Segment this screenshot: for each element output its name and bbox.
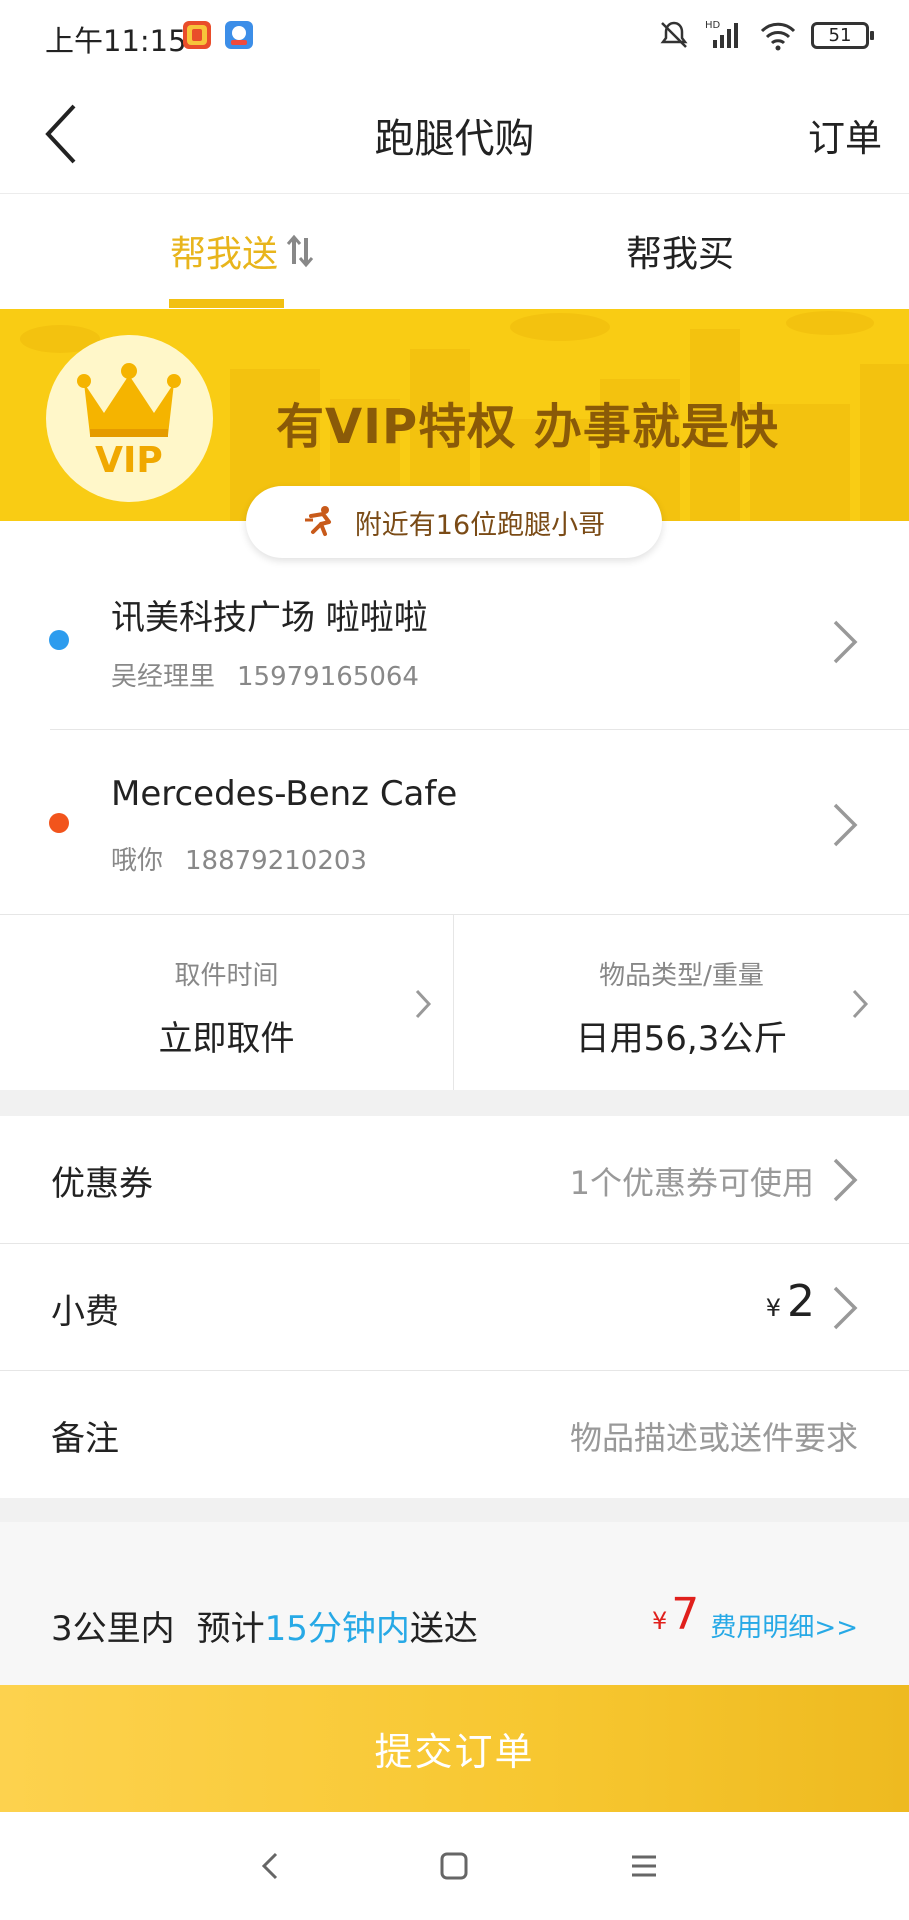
coupon-value: 1个优惠券可使用 bbox=[569, 1164, 814, 1202]
tip-currency: ¥ bbox=[765, 1294, 781, 1322]
section-gap bbox=[0, 1090, 909, 1116]
tip-amount: 2 bbox=[787, 1276, 815, 1327]
address-name: Mercedes-Benz Cafe bbox=[111, 774, 458, 814]
coupon-label: 优惠券 bbox=[51, 1164, 153, 1204]
price-currency: ¥ bbox=[652, 1607, 668, 1635]
distance-text: 3公里内 bbox=[51, 1609, 175, 1649]
chevron-right-icon bbox=[833, 1158, 858, 1202]
item-type-label: 物品类型/重量 bbox=[599, 961, 764, 991]
contact-phone: 18879210203 bbox=[185, 846, 367, 876]
submit-order-label: 提交订单 bbox=[374, 1730, 535, 1774]
pickup-address-row[interactable]: 讯美科技广场 啦啦啦 吴经理里 15979165064 bbox=[0, 546, 909, 729]
delivery-address-row[interactable]: Mercedes-Benz Cafe 哦你 18879210203 bbox=[0, 730, 909, 913]
note-input[interactable]: 物品描述或送件要求 bbox=[570, 1413, 858, 1459]
contact-phone: 15979165064 bbox=[237, 662, 419, 692]
vip-badge: VIP bbox=[46, 335, 213, 502]
chevron-right-icon bbox=[833, 620, 858, 664]
hd-signal-icon: HD bbox=[705, 20, 738, 48]
tab-help-send[interactable]: 帮我送 bbox=[170, 225, 314, 277]
tip-value: ¥ 2 bbox=[766, 1276, 815, 1327]
address-name: 讯美科技广场 啦啦啦 bbox=[111, 598, 428, 638]
status-time: 上午11:15 bbox=[45, 24, 187, 58]
tab-help-send-label: 帮我送 bbox=[170, 234, 279, 275]
pickup-time-cell[interactable]: 取件时间 立即取件 bbox=[0, 915, 453, 1090]
svg-text:HD: HD bbox=[705, 20, 721, 31]
order-summary: 3公里内 预计15分钟内送达 ¥ 7 费用明细>> bbox=[0, 1551, 909, 1685]
eta-suffix: 送达 bbox=[409, 1609, 478, 1649]
status-indicators: HD 51 bbox=[657, 18, 874, 52]
address-contact: 吴经理里 15979165064 bbox=[111, 656, 419, 693]
tab-bar: 帮我送 帮我买 bbox=[0, 195, 909, 309]
section-gap bbox=[0, 1498, 909, 1522]
nav-back-icon[interactable] bbox=[252, 1848, 288, 1884]
page-title: 跑腿代购 bbox=[374, 116, 535, 162]
total-price: ¥ 7 bbox=[652, 1589, 699, 1640]
swap-vertical-icon bbox=[286, 234, 314, 268]
chevron-right-icon bbox=[833, 1286, 858, 1330]
delivery-estimate: 3公里内 预计15分钟内送达 bbox=[51, 1601, 478, 1650]
contact-name: 哦你 bbox=[111, 846, 164, 876]
chevron-right-icon bbox=[415, 989, 432, 1019]
nearby-runners-text: 附近有16位跑腿小哥 bbox=[354, 509, 606, 541]
app-notification-icon bbox=[225, 21, 253, 49]
chevron-right-icon bbox=[833, 803, 858, 847]
price-amount: 7 bbox=[671, 1589, 700, 1640]
nav-header: 跑腿代购 订单 bbox=[0, 76, 909, 194]
note-label: 备注 bbox=[51, 1419, 119, 1459]
pickup-time-value: 立即取件 bbox=[158, 1019, 295, 1059]
submit-order-button[interactable]: 提交订单 bbox=[0, 1685, 909, 1812]
eta-highlight: 15分钟内 bbox=[264, 1609, 410, 1649]
item-type-cell[interactable]: 物品类型/重量 日用56,3公斤 bbox=[454, 915, 909, 1090]
eta-prefix: 预计 bbox=[196, 1609, 265, 1649]
vip-badge-text: VIP bbox=[95, 440, 163, 481]
app-notification-icon bbox=[183, 21, 211, 49]
address-contact: 哦你 18879210203 bbox=[111, 840, 367, 877]
battery-icon: 51 bbox=[811, 21, 874, 49]
active-tab-indicator bbox=[169, 299, 284, 308]
status-bar: 上午11:15 HD 51 bbox=[0, 0, 909, 76]
tab-help-buy[interactable]: 帮我买 bbox=[626, 225, 734, 277]
chevron-right-icon bbox=[852, 989, 869, 1019]
delivery-dot bbox=[49, 813, 69, 833]
mute-icon bbox=[660, 21, 688, 48]
banner-slogan: 有VIP特权 办事就是快 bbox=[276, 399, 779, 455]
pickup-time-label: 取件时间 bbox=[174, 961, 279, 991]
nav-home-icon[interactable] bbox=[436, 1848, 472, 1884]
coupon-row[interactable]: 优惠券 1个优惠券可使用 bbox=[0, 1116, 909, 1243]
item-type-value: 日用56,3公斤 bbox=[575, 1019, 788, 1059]
nav-menu-icon[interactable] bbox=[626, 1848, 662, 1884]
section-gap bbox=[0, 1522, 909, 1551]
system-nav-bar bbox=[0, 1812, 909, 1920]
pickup-dot bbox=[49, 630, 69, 650]
tip-label: 小费 bbox=[51, 1292, 119, 1332]
runner-icon bbox=[304, 506, 331, 536]
contact-name: 吴经理里 bbox=[111, 662, 216, 692]
note-row[interactable]: 备注 物品描述或送件要求 bbox=[0, 1371, 909, 1498]
tip-row[interactable]: 小费 ¥ 2 bbox=[0, 1244, 909, 1371]
fee-detail-link[interactable]: 费用明细>> bbox=[710, 1607, 858, 1644]
orders-link[interactable]: 订单 bbox=[808, 108, 882, 162]
wifi-icon bbox=[760, 22, 796, 51]
